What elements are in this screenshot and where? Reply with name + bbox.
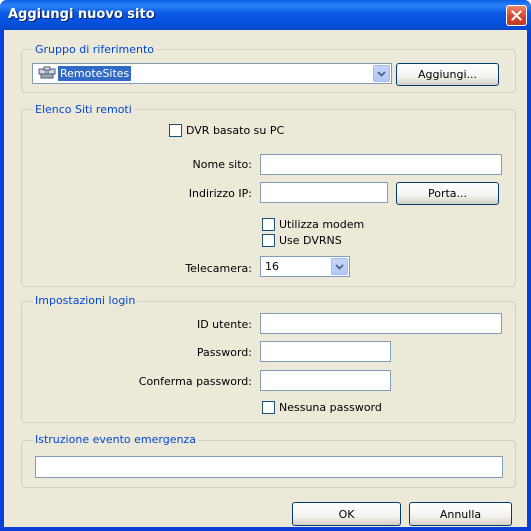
camera-dropdown-button[interactable] xyxy=(331,258,348,275)
ip-address-field[interactable] xyxy=(260,182,388,203)
camera-selected: 16 xyxy=(265,260,279,273)
no-password-label: Nessuna password xyxy=(279,401,382,414)
password-field[interactable] xyxy=(260,341,391,362)
use-dvrns-label: Use DVRNS xyxy=(279,234,342,247)
ok-button[interactable]: OK xyxy=(292,502,401,526)
dvr-pc-label: DVR basato su PC xyxy=(186,124,285,137)
ip-address-label: Indirizzo IP: xyxy=(188,187,252,200)
use-modem-label: Utilizza modem xyxy=(279,218,365,231)
close-button[interactable] xyxy=(506,5,527,26)
dvr-pc-checkbox[interactable] xyxy=(169,124,182,137)
add-group-button[interactable]: Aggiungi... xyxy=(396,63,499,86)
close-icon xyxy=(511,10,522,21)
user-id-field[interactable] xyxy=(260,313,502,334)
camera-select[interactable]: 16 xyxy=(260,256,350,277)
camera-label: Telecamera: xyxy=(185,262,252,275)
site-name-label: Nome sito: xyxy=(192,158,252,171)
chevron-down-icon xyxy=(377,70,386,77)
login-settings-legend: Impostazioni login xyxy=(33,294,138,307)
port-button[interactable]: Porta... xyxy=(396,182,499,205)
chevron-down-icon xyxy=(335,263,344,270)
password-label: Password: xyxy=(196,346,252,359)
use-modem-checkbox[interactable] xyxy=(262,218,275,231)
confirm-password-label: Conferma password: xyxy=(138,375,252,388)
reference-group-legend: Gruppo di riferimento xyxy=(33,43,157,56)
site-name-field[interactable] xyxy=(260,154,502,175)
user-id-label: ID utente: xyxy=(196,318,252,331)
emergency-legend: Istruzione evento emergenza xyxy=(33,433,198,446)
reference-group-dropdown-button[interactable] xyxy=(373,65,390,82)
no-password-checkbox[interactable] xyxy=(262,401,275,414)
emergency-instruction-field[interactable] xyxy=(35,456,503,478)
group-folder-icon xyxy=(38,66,56,80)
reference-group-select[interactable]: RemoteSites xyxy=(32,63,392,84)
cancel-button[interactable]: Annulla xyxy=(409,502,512,526)
confirm-password-field[interactable] xyxy=(260,370,391,391)
window-title: Aggiungi nuovo sito xyxy=(8,7,155,22)
remote-sites-legend: Elenco Siti remoti xyxy=(33,103,134,116)
use-dvrns-checkbox[interactable] xyxy=(262,234,275,247)
reference-group-selected: RemoteSites xyxy=(58,66,132,81)
